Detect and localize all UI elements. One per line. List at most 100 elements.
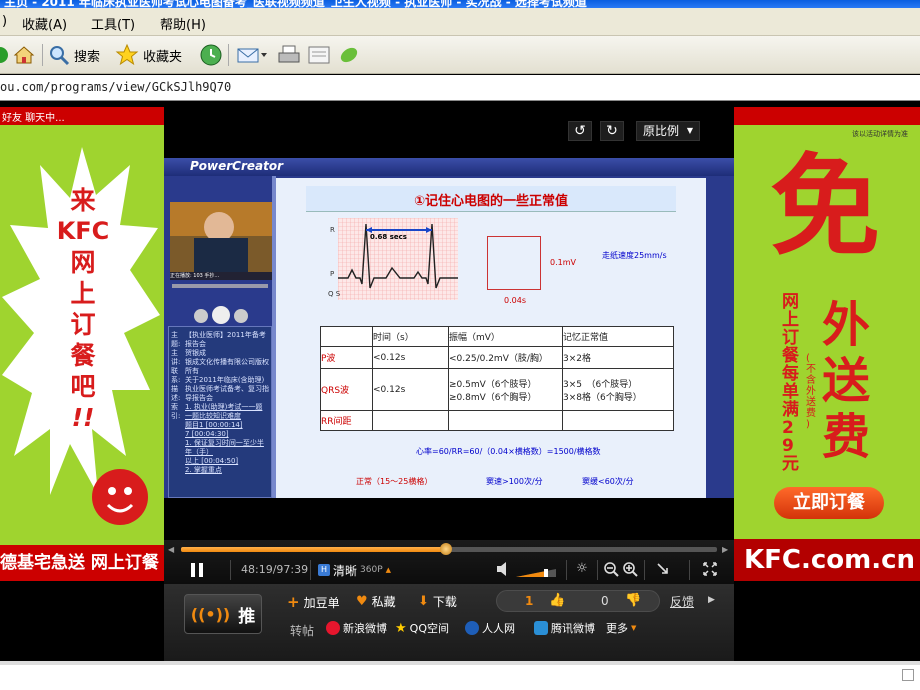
menu-fragment[interactable]: ) (2, 14, 7, 29)
download-label: 下载 (432, 595, 457, 609)
ecg-qs-label: Q S (328, 290, 341, 298)
table-row: QRS波 <0.12s ≥0.5mV（6个肢导） ≥0.8mV（6个胸导） 3×… (320, 368, 674, 411)
zoom-out-icon (604, 562, 619, 577)
left-ad-header: 好友 聊天中... (0, 107, 164, 125)
rotate-left-icon: ↺ (574, 123, 586, 139)
push-label: 推 (238, 606, 256, 627)
unit-box-time: 0.04s (504, 296, 526, 305)
powercreator-header: PowerCreator (164, 158, 734, 176)
normal-range: 正常（15～25横格） (356, 477, 433, 486)
history-icon (200, 44, 222, 66)
rotate-right-icon: ↻ (606, 123, 618, 139)
printer-icon (278, 45, 300, 63)
rotate-right-button[interactable]: ↻ (600, 121, 624, 141)
zoom-in-button[interactable] (622, 561, 638, 577)
right-ad-banner[interactable]: 该以活动详情为准 免 网上订餐每单满29元 (不含外送费) 外送费 立即订餐 K… (734, 107, 920, 581)
right-ad-big-char: 免 (770, 143, 880, 271)
volume-slider[interactable] (516, 566, 560, 578)
mini-mode-button[interactable] (655, 561, 671, 577)
push-button[interactable]: ((•)) 推 (184, 594, 262, 634)
feedback-link[interactable]: 反馈 (670, 593, 694, 610)
fullscreen-button[interactable] (702, 561, 718, 577)
volume-button[interactable] (496, 561, 510, 577)
history-button[interactable] (199, 42, 223, 68)
menu-help[interactable]: 帮助(H) (160, 14, 206, 33)
messenger-button[interactable] (337, 42, 361, 68)
chevron-down-icon: ▼ (631, 624, 637, 632)
mail-button[interactable] (236, 42, 268, 68)
rotate-left-button[interactable]: ↺ (568, 121, 592, 141)
star-icon (115, 43, 139, 66)
repost-label: 转帖 (290, 624, 315, 638)
pause-button[interactable] (188, 561, 208, 579)
home-button[interactable] (12, 42, 36, 68)
chevron-up-icon: ▲ (385, 566, 392, 574)
brightness-button[interactable]: ☼ (574, 561, 590, 577)
favorites-button[interactable]: 收藏夹 (115, 42, 182, 68)
download-icon: ⬇ (418, 594, 429, 609)
ecg-p-label: P (330, 270, 335, 278)
brightness-icon: ☼ (576, 561, 588, 576)
home-icon (13, 46, 35, 64)
aspect-ratio-dropdown[interactable]: 原比例 ▼ (636, 121, 700, 141)
heart-rate-formula: 心率=60/RR=60/（0.04×横格数）=1500/横格数 (416, 447, 601, 456)
left-ad-footer: 德基宅急送 网上订餐 (0, 545, 164, 581)
address-text: ou.com/programs/view/GCkSJlh9Q70 (0, 80, 232, 94)
hd-icon: H (318, 564, 330, 576)
time-display: 48:19/97:39 (241, 563, 309, 576)
status-icon (902, 669, 914, 681)
search-button[interactable]: 搜索 (48, 42, 100, 68)
progress-handle[interactable] (440, 543, 452, 555)
fullscreen-icon (703, 562, 717, 576)
speaker-icon (497, 562, 506, 576)
menu-tools[interactable]: 工具(T) (91, 14, 135, 33)
mascot-icon (92, 469, 148, 525)
share-more-button[interactable]: 更多 ▼ (606, 620, 636, 636)
thumbs-down-icon[interactable]: 👎 (625, 593, 641, 608)
search-icon (50, 46, 70, 66)
thumbs-up-icon[interactable]: 👍 (549, 593, 565, 608)
bradycardia-threshold: 窦缓<60次/分 (582, 477, 634, 486)
forward-button[interactable] (0, 42, 8, 68)
seek-forward-icon[interactable]: ▶ (722, 546, 730, 554)
inner-player-controls (194, 306, 252, 326)
left-ad-banner[interactable]: 好友 聊天中... 来 KFC 网 上 订 餐 吧 !! 德基宅急送 网上订餐 (0, 107, 164, 581)
add-douban-button[interactable]: + 加豆单 (287, 593, 340, 611)
ecg-r-label: R (330, 226, 335, 234)
chevron-right-icon[interactable]: ▶ (708, 595, 715, 605)
sina-weibo-label: 新浪微博 (343, 622, 387, 635)
messenger-icon (340, 47, 358, 63)
unit-box (487, 236, 541, 290)
share-qzone[interactable]: ★ QQ空间 (395, 620, 449, 636)
dislike-count: 0 (601, 594, 609, 608)
private-favorite-button[interactable]: ♥ 私藏 (356, 593, 396, 610)
table-row: P波 <0.12s <0.25/0.2mV（肢/胸） 3×2格 (320, 346, 674, 369)
control-divider (644, 560, 645, 580)
renren-label: 人人网 (482, 622, 515, 635)
share-sina-weibo[interactable]: 新浪微博 (326, 620, 387, 636)
zoom-out-button[interactable] (603, 561, 619, 577)
quality-selector[interactable]: H 清晰 360P ▲ (318, 560, 398, 580)
private-favorite-label: 私藏 (371, 595, 396, 609)
ecg-strip (338, 218, 458, 300)
powercreator-logo: PowerCreator (190, 159, 284, 173)
address-bar[interactable]: ou.com/programs/view/GCkSJlh9Q70 (0, 75, 920, 101)
edit-button[interactable] (307, 42, 331, 68)
paper-speed: 走纸速度25mm/s (602, 251, 667, 260)
share-tencent-weibo[interactable]: 腾讯微博 (534, 620, 595, 636)
seek-back-icon[interactable]: ◀ (168, 546, 176, 554)
download-button[interactable]: ⬇ 下载 (418, 593, 457, 610)
right-ad-note: 该以活动详情为准 (852, 130, 908, 138)
heart-icon: ♥ (356, 594, 368, 609)
add-douban-label: 加豆单 (303, 595, 340, 610)
print-button[interactable] (277, 42, 301, 68)
share-renren[interactable]: 人人网 (465, 620, 515, 636)
like-count: 1 (525, 594, 534, 608)
order-now-button[interactable]: 立即订餐 (774, 487, 884, 519)
browser-toolbar: 搜索 收藏夹 (0, 36, 920, 74)
ecg-interval-label: 0.68 secs (370, 233, 407, 241)
control-divider (230, 560, 231, 580)
shrink-icon (657, 563, 668, 574)
menu-favorites[interactable]: 收藏(A) (22, 14, 67, 33)
table-header-row: 时间（s） 振幅（mV） 记忆正常值 (320, 326, 674, 347)
